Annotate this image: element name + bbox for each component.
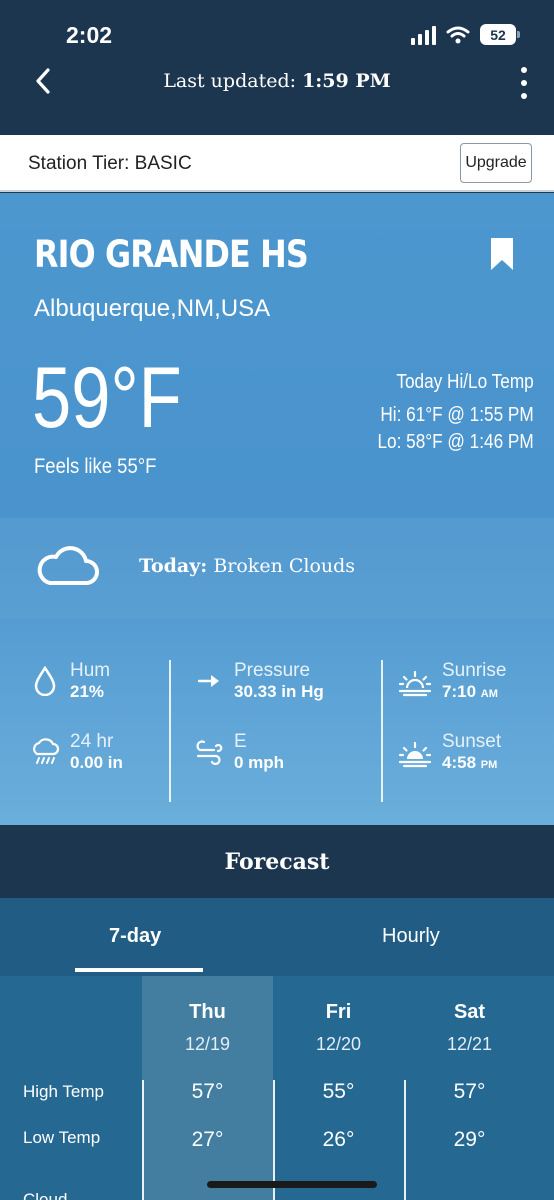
- today-label: Today:: [139, 555, 208, 577]
- lo-temp: Lo: 58°F @ 1:46 PM: [377, 431, 534, 453]
- wind-value: 0 mph: [234, 753, 285, 772]
- last-updated: Last updated: 1:59 PM: [0, 70, 554, 92]
- rain-metric: 24 hr 0.00 in: [30, 731, 123, 773]
- sunset-label: Sunset: [442, 731, 502, 752]
- station-name: RIO GRANDE HS: [34, 233, 309, 276]
- feels-like: Feels like 55°F: [34, 455, 157, 478]
- wifi-icon: [446, 26, 470, 43]
- day-column-sat[interactable]: Sat 12/21: [404, 976, 535, 1055]
- humidity-metric: Hum 21%: [30, 660, 110, 702]
- status-time: 2:02: [66, 22, 113, 48]
- today-condition: Today: Broken Clouds: [139, 555, 355, 577]
- station-tier-label: Station Tier: BASIC: [28, 153, 192, 174]
- tab-hourly[interactable]: Hourly: [382, 925, 440, 948]
- row-label-cloud: Cloud: [23, 1190, 68, 1200]
- low-temp-cell: 29°: [453, 1128, 486, 1151]
- status-icons: 52: [411, 24, 520, 45]
- low-temp-cell: 26°: [322, 1128, 355, 1151]
- rain-icon: [33, 738, 60, 764]
- active-tab-indicator: [75, 968, 203, 972]
- last-updated-prefix: Last updated:: [163, 70, 297, 92]
- high-temp-cell: 55°: [322, 1080, 355, 1103]
- wind-metric: E 0 mph: [194, 731, 284, 773]
- high-temp-cell: 57°: [453, 1080, 486, 1103]
- humidity-label: Hum: [70, 660, 111, 681]
- day-column-thu[interactable]: Thu 12/19: [142, 976, 273, 1055]
- sunrise-metric: Sunrise 7:10 AM: [398, 660, 506, 705]
- high-temp-cell: 57°: [191, 1080, 224, 1103]
- rain-label: 24 hr: [70, 731, 114, 752]
- cloud-icon: [37, 546, 99, 585]
- home-indicator[interactable]: [207, 1181, 377, 1188]
- hilo-title: Today Hi/Lo Temp: [396, 371, 534, 393]
- signal-icon: [411, 25, 436, 45]
- day-column-fri[interactable]: Fri 12/20: [273, 976, 404, 1055]
- tab-7-day[interactable]: 7-day: [109, 925, 161, 948]
- current-temperature: 59°F: [32, 350, 182, 446]
- humidity-value: 21%: [70, 682, 105, 701]
- row-label-high-temp: High Temp: [23, 1082, 104, 1101]
- day-date: 12/19: [184, 1034, 231, 1054]
- wind-label: E: [234, 731, 247, 752]
- today-condition-text: Broken Clouds: [213, 555, 356, 577]
- battery-icon: 52: [480, 24, 520, 45]
- station-panel: RIO GRANDE HS Albuquerque,NM,USA 59°F Fe…: [0, 193, 554, 825]
- pressure-value: 30.33 in Hg: [234, 682, 324, 701]
- sunrise-label: Sunrise: [442, 660, 507, 681]
- station-tier-bar: Station Tier: BASIC Upgrade: [0, 135, 554, 192]
- pressure-metric: Pressure 30.33 in Hg: [194, 660, 324, 702]
- kebab-menu-icon[interactable]: [518, 67, 530, 99]
- today-hilo: Today Hi/Lo Temp Hi: 61°F @ 1:55 PM Lo: …: [352, 369, 534, 456]
- droplet-icon: [34, 666, 56, 696]
- day-date: 12/20: [315, 1034, 362, 1054]
- sunset-value: 4:58 PM: [442, 753, 498, 772]
- forecast-tabs: 7-day Hourly: [0, 898, 554, 976]
- hi-temp: Hi: 61°F @ 1:55 PM: [380, 404, 534, 426]
- forecast-title: Forecast: [0, 825, 554, 898]
- sunrise-value: 7:10 AM: [442, 682, 498, 701]
- metrics-panel: Hum 21% 24 hr 0.00 in Pressure 30.33 in …: [0, 618, 554, 825]
- low-temp-cell: 27°: [191, 1128, 224, 1151]
- metrics-divider: [381, 660, 383, 802]
- row-label-low-temp: Low Temp: [23, 1128, 101, 1147]
- day-name: Thu: [189, 1001, 226, 1023]
- forecast-grid: Thu 12/19 Fri 12/20 Sat 12/21 High Temp …: [0, 976, 554, 1200]
- station-location: Albuquerque,NM,USA: [34, 295, 271, 322]
- day-date: 12/21: [446, 1034, 493, 1054]
- last-updated-time: 1:59 PM: [302, 70, 391, 92]
- metrics-divider: [169, 660, 171, 802]
- sunset-metric: Sunset 4:58 PM: [398, 731, 501, 776]
- rain-value: 0.00 in: [70, 753, 123, 772]
- wind-icon: [196, 740, 223, 765]
- sunrise-icon: [398, 670, 432, 696]
- arrow-right-icon: [197, 675, 219, 687]
- top-header: 2:02 52 Last updated: 1:59 PM: [0, 0, 554, 135]
- day-name: Fri: [325, 1001, 352, 1023]
- sunset-icon: [398, 741, 432, 767]
- bookmark-icon[interactable]: [490, 237, 514, 271]
- pressure-label: Pressure: [234, 660, 311, 681]
- upgrade-button[interactable]: Upgrade: [460, 143, 532, 183]
- day-name: Sat: [453, 1001, 486, 1023]
